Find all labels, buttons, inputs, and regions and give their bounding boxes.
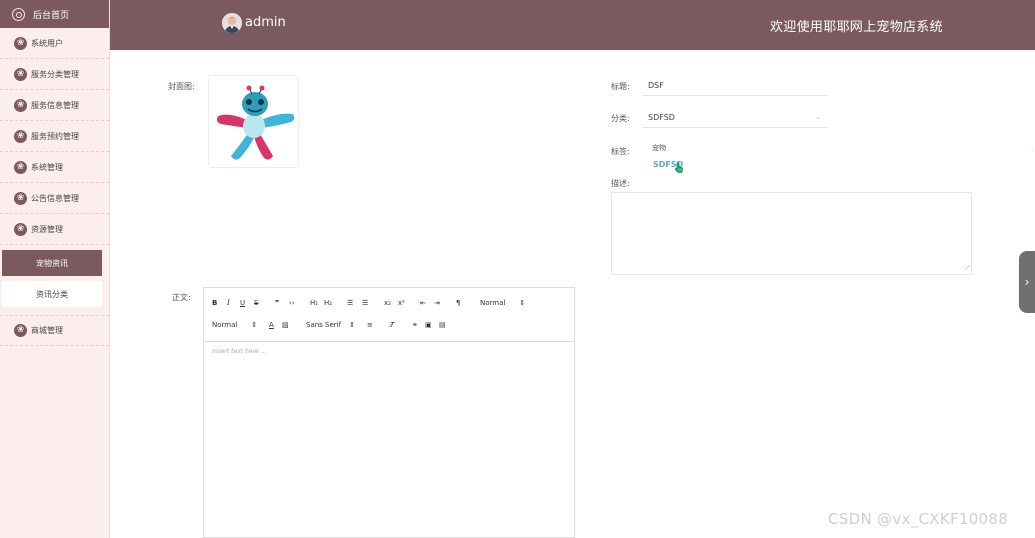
select-arrow-icon: ⇕ [251, 321, 258, 329]
outdent-icon[interactable]: ⇤ [420, 297, 426, 309]
font-select-value: Sans Serif [306, 321, 342, 329]
select-arrow-icon: ⇕ [349, 321, 355, 329]
flower-icon: ❀ [14, 36, 27, 50]
code-block-icon[interactable]: ‹› [289, 297, 295, 309]
sidebar-sub-label: 资讯分类 [36, 289, 68, 299]
text-color-icon[interactable]: A [269, 319, 274, 331]
title-value: DSF [648, 81, 664, 90]
chevron-down-icon: ⌄ [815, 113, 821, 121]
description-label: 描述: [611, 179, 630, 188]
sidebar-item-label: 服务预约管理 [31, 131, 79, 141]
sidebar-item-label: 服务分类管理 [31, 69, 79, 79]
flower-icon: ❀ [14, 191, 27, 205]
welcome-title: 欢迎使用耶耶网上宠物店系统 [770, 20, 943, 35]
pet-toy-image [211, 78, 298, 167]
watermark: CSDN @vx_CXKF10088 [828, 510, 1009, 528]
sidebar-sub-label: 宠物资讯 [36, 258, 68, 268]
sidebar-home-label: 后台首页 [33, 10, 70, 21]
bullet-list-icon[interactable]: ☰ [362, 297, 368, 309]
background-color-icon[interactable]: ▨ [282, 319, 289, 331]
rich-text-editor: B I U S ❞ ‹› H₁ H₂ ☰ ☰ x₂ x² ⇤ ⇥ ¶ Norma… [203, 287, 575, 538]
sidebar-item-label: 公告信息管理 [31, 193, 79, 203]
align-icon[interactable]: ≡ [367, 319, 373, 331]
italic-icon[interactable]: I [227, 297, 230, 309]
sidebar-item-mall[interactable]: ❀ 商城管理 [0, 315, 109, 346]
superscript-icon[interactable]: x² [398, 297, 405, 309]
title-label: 标题: [611, 82, 630, 91]
editor-placeholder[interactable]: Insert text here ... [212, 348, 266, 355]
app-root: 后台首页 ❀ 系统用户 ❀ 服务分类管理 ❀ 服务信息管理 ❀ 服务预约管理 ❀… [0, 0, 1035, 538]
sidebar-item-resources[interactable]: ❀ 资源管理 [0, 214, 109, 245]
sidebar: 后台首页 ❀ 系统用户 ❀ 服务分类管理 ❀ 服务信息管理 ❀ 服务预约管理 ❀… [0, 0, 110, 538]
font-select[interactable]: Sans Serif ⇕ [306, 319, 355, 331]
sidebar-home[interactable]: 后台首页 [0, 0, 109, 28]
sidebar-item-service-booking[interactable]: ❀ 服务预约管理 [0, 121, 109, 152]
flower-icon: ❀ [14, 222, 27, 236]
sidebar-item-label: 商城管理 [31, 326, 63, 335]
size-select-value: Normal [212, 321, 238, 329]
dashboard-icon [12, 7, 25, 21]
sidebar-item-label: 系统管理 [31, 162, 63, 172]
video-icon[interactable]: ▤ [439, 319, 446, 331]
cover-image-upload[interactable] [208, 75, 299, 168]
sidebar-item-label: 服务信息管理 [31, 100, 79, 110]
title-input[interactable] [642, 75, 828, 96]
clear-format-icon[interactable]: T̸ [390, 319, 394, 331]
description-textarea[interactable]: ⟋ [611, 192, 972, 275]
avatar[interactable] [222, 13, 242, 33]
header1-icon[interactable]: H₁ [310, 297, 318, 309]
blockquote-icon[interactable]: ❞ [275, 297, 279, 309]
ordered-list-icon[interactable]: ☰ [347, 297, 353, 309]
resize-handle-icon[interactable]: ⟋ [965, 264, 970, 273]
sidebar-item-service-category[interactable]: ❀ 服务分类管理 [0, 59, 109, 90]
text-direction-icon[interactable]: ¶ [456, 297, 460, 309]
image-icon[interactable]: ▣ [425, 319, 432, 331]
cover-label: 封面图: [168, 82, 195, 91]
sidebar-item-notice[interactable]: ❀ 公告信息管理 [0, 183, 109, 214]
tag-group-title: 宠物 [652, 144, 666, 152]
sidebar-sub-news-category[interactable]: 资讯分类 [2, 281, 102, 307]
sidebar-item-users[interactable]: ❀ 系统用户 [0, 28, 109, 59]
category-value: SDFSD [648, 113, 675, 122]
hand-cursor-icon [675, 162, 683, 173]
flower-icon: ❀ [14, 98, 27, 112]
flower-icon: ❀ [14, 160, 27, 174]
top-header: admin 欢迎使用耶耶网上宠物店系统 [110, 0, 1035, 50]
header-select[interactable]: Normal ⇕ [480, 297, 525, 309]
tag-label: 标签: [611, 147, 630, 156]
header-select-value: Normal [480, 299, 506, 307]
body-label: 正文: [172, 293, 191, 302]
strike-icon[interactable]: S [254, 297, 258, 309]
scroll-indicator: · [1031, 146, 1034, 154]
select-arrow-icon: ⇕ [519, 299, 526, 307]
underline-icon[interactable]: U [240, 297, 245, 309]
bold-icon[interactable]: B [212, 297, 217, 309]
sidebar-item-label: 系统用户 [31, 38, 63, 48]
sidebar-sub-pet-news[interactable]: 宠物资讯 [2, 250, 102, 276]
sidebar-item-label: 资源管理 [31, 224, 63, 234]
user-name[interactable]: admin [245, 15, 286, 30]
link-icon[interactable]: ⚭ [412, 319, 418, 331]
flower-icon: ❀ [14, 324, 27, 337]
flower-icon: ❀ [14, 67, 27, 81]
sidebar-item-system[interactable]: ❀ 系统管理 [0, 152, 109, 183]
category-label: 分类: [611, 114, 630, 123]
sidebar-item-service-info[interactable]: ❀ 服务信息管理 [0, 90, 109, 121]
header2-icon[interactable]: H₂ [324, 297, 332, 309]
size-select[interactable]: Normal ⇕ [212, 319, 257, 331]
chevron-right-icon: › [1024, 275, 1030, 289]
flower-icon: ❀ [14, 129, 27, 143]
side-panel-toggle[interactable]: › [1019, 251, 1035, 313]
editor-toolbar: B I U S ❞ ‹› H₁ H₂ ☰ ☰ x₂ x² ⇤ ⇥ ¶ Norma… [204, 288, 574, 342]
indent-icon[interactable]: ⇥ [434, 297, 440, 309]
subscript-icon[interactable]: x₂ [384, 297, 391, 309]
